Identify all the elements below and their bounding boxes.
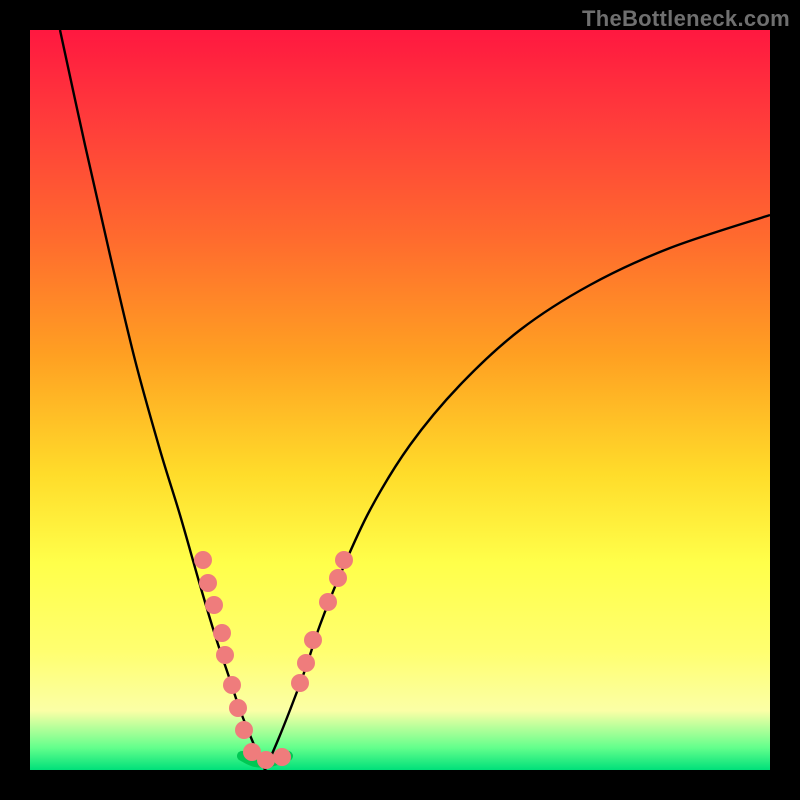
data-marker <box>205 596 223 614</box>
data-marker <box>304 631 322 649</box>
curve-right <box>265 215 770 770</box>
data-marker <box>319 593 337 611</box>
bottleneck-curve-chart <box>30 30 770 770</box>
watermark-text: TheBottleneck.com <box>582 6 790 32</box>
data-marker <box>229 699 247 717</box>
data-marker <box>273 748 291 766</box>
data-marker <box>329 569 347 587</box>
data-marker <box>194 551 212 569</box>
data-marker <box>235 721 253 739</box>
data-marker <box>223 676 241 694</box>
data-marker <box>297 654 315 672</box>
data-marker <box>335 551 353 569</box>
data-marker <box>216 646 234 664</box>
data-markers <box>194 551 353 769</box>
data-marker <box>199 574 217 592</box>
data-marker <box>257 751 275 769</box>
data-marker <box>213 624 231 642</box>
data-marker <box>291 674 309 692</box>
curve-left <box>60 30 265 770</box>
